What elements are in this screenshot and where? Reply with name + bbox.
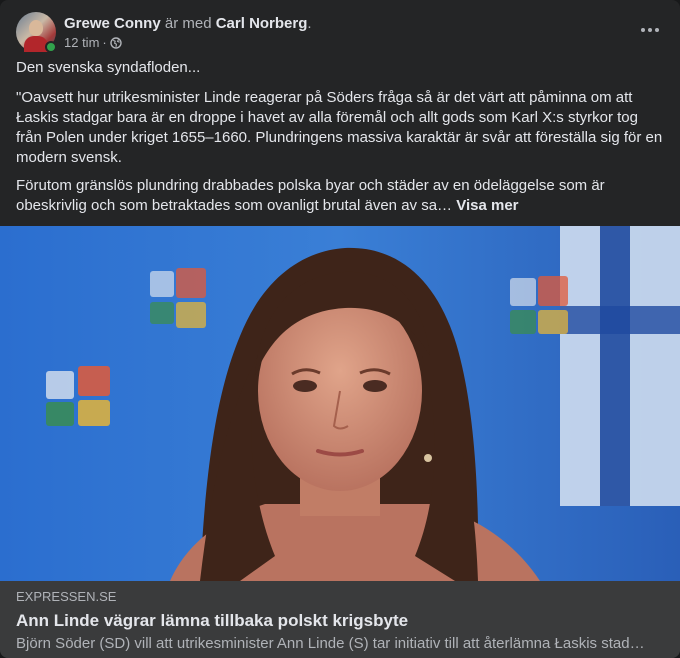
more-options-button[interactable]	[636, 18, 664, 42]
post-paragraph-last: Förutom gränslös plundring drabbades pol…	[16, 176, 666, 216]
avatar-face	[29, 20, 43, 36]
post-paragraph: Den svenska syndafloden...	[16, 59, 201, 76]
author-name-link[interactable]: Grewe Conny	[64, 15, 161, 32]
post-sub-line: 12 tim ·	[64, 35, 312, 51]
post-timestamp-link[interactable]: 12 tim	[64, 35, 99, 51]
link-domain: EXPRESSEN.SE	[16, 589, 117, 604]
post-text: Den svenska syndafloden... "Oavsett hur …	[16, 58, 666, 224]
tagged-person-link[interactable]: Carl Norberg	[216, 15, 308, 32]
post-paragraph: "Oavsett hur utrikesminister Linde reage…	[16, 89, 663, 166]
globe-icon[interactable]	[110, 36, 122, 49]
more-horizontal-icon	[655, 28, 659, 32]
link-title[interactable]: Ann Linde vägrar lämna tillbaka polskt k…	[16, 610, 664, 631]
link-description: Björn Söder (SD) vill att utrikesministe…	[16, 635, 645, 652]
title-period: .	[307, 14, 312, 32]
see-more-link[interactable]: Visa mer	[456, 197, 518, 214]
feed-post: Grewe Conny är med Carl Norberg. 12 tim …	[0, 0, 680, 658]
post-meta: Grewe Conny är med Carl Norberg. 12 tim …	[64, 12, 312, 52]
post-header: Grewe Conny är med Carl Norberg. 12 tim …	[16, 12, 664, 53]
link-preview-meta[interactable]: EXPRESSEN.SE Ann Linde vägrar lämna till…	[0, 581, 680, 658]
with-text: är med	[164, 14, 212, 32]
link-preview-image[interactable]	[0, 226, 680, 581]
portrait-photo	[0, 226, 680, 581]
online-status-icon	[45, 41, 57, 53]
author-avatar[interactable]	[16, 12, 57, 53]
post-title-line: Grewe Conny är med Carl Norberg.	[64, 14, 312, 33]
more-horizontal-icon	[641, 28, 645, 32]
more-horizontal-icon	[648, 28, 652, 32]
meta-separator: ·	[102, 34, 107, 50]
